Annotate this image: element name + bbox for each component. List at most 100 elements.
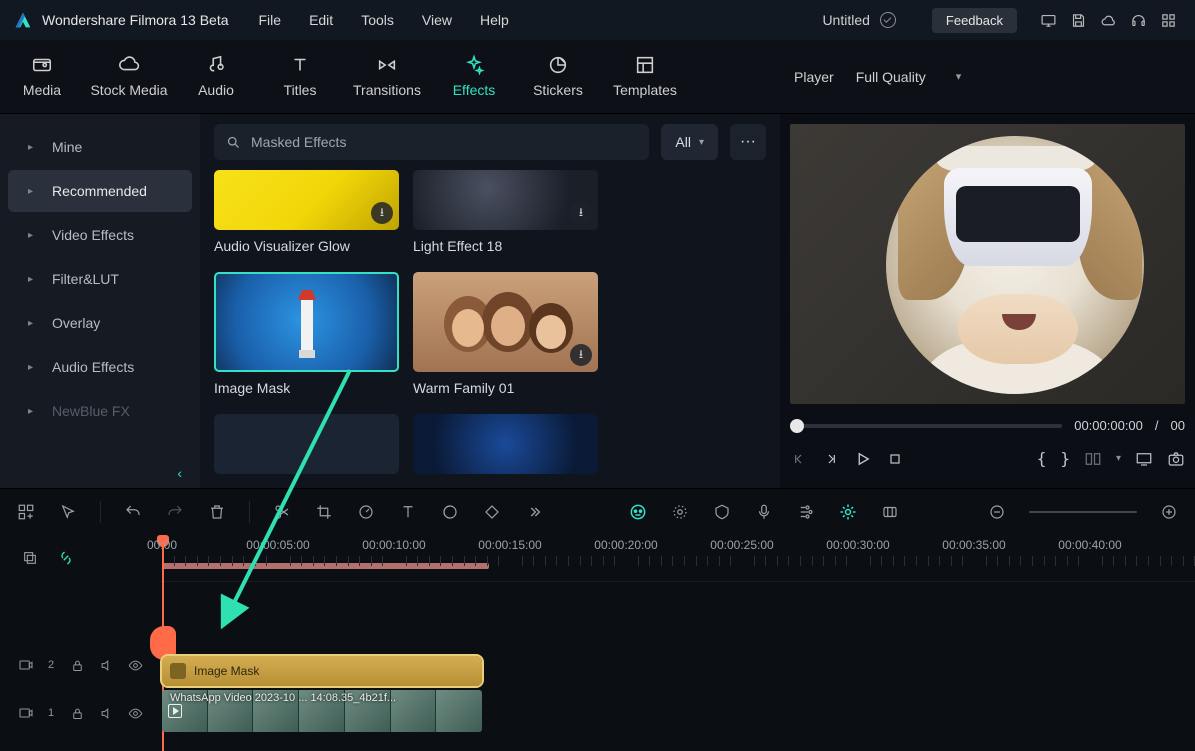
effect-card[interactable] — [214, 414, 399, 474]
desktop-icon[interactable] — [1033, 5, 1063, 35]
download-icon[interactable]: ⭳ — [570, 202, 592, 224]
effect-clip[interactable]: Image Mask — [162, 656, 482, 686]
mic-icon[interactable] — [754, 502, 774, 522]
video-clip-play-icon — [168, 704, 182, 718]
menu-edit[interactable]: Edit — [309, 12, 333, 28]
sidebar-item-video-effects[interactable]: ▸Video Effects — [8, 214, 192, 256]
compare-icon[interactable] — [1084, 450, 1102, 468]
menu-file[interactable]: File — [259, 12, 282, 28]
effect-card[interactable] — [413, 414, 598, 474]
clip-start-handle[interactable] — [150, 626, 176, 660]
undo-icon[interactable] — [123, 502, 143, 522]
app-title: Wondershare Filmora 13 Beta — [42, 12, 229, 28]
scrubber-thumb[interactable] — [790, 419, 804, 433]
crop-icon[interactable] — [314, 502, 334, 522]
effect-card[interactable]: Image Mask — [214, 272, 399, 396]
download-icon[interactable]: ⭳ — [371, 202, 393, 224]
tab-stickers[interactable]: Stickers — [516, 39, 600, 113]
marker-icon[interactable] — [880, 502, 900, 522]
mask-icon[interactable] — [712, 502, 732, 522]
play-icon[interactable] — [854, 450, 872, 468]
mute-icon[interactable] — [99, 706, 114, 721]
mark-in-icon[interactable]: { — [1037, 449, 1047, 468]
sidebar-item-recommended[interactable]: ▸Recommended — [8, 170, 192, 212]
step-back-icon[interactable] — [790, 450, 808, 468]
duplicate-icon[interactable] — [20, 548, 40, 568]
add-track-icon[interactable] — [16, 502, 36, 522]
sidebar-item-newblue-fx[interactable]: ▸NewBlue FX — [8, 390, 192, 432]
video-clip[interactable]: WhatsApp Video 2023-10 ... 14:08.35_4b21… — [162, 690, 482, 732]
filter-all-button[interactable]: All▾ — [661, 124, 718, 160]
redo-icon[interactable] — [165, 502, 185, 522]
tab-transitions[interactable]: Transitions — [342, 39, 432, 113]
snapshot-icon[interactable] — [1167, 450, 1185, 468]
document-title[interactable]: Untitled — [822, 12, 869, 28]
tab-effects[interactable]: Effects — [432, 39, 516, 113]
lock-icon[interactable] — [70, 706, 85, 721]
time-ruler[interactable]: 00:0000:00:05:0000:00:10:0000:00:15:0000… — [160, 534, 1195, 582]
display-icon[interactable] — [1135, 450, 1153, 468]
search-input[interactable]: Masked Effects — [214, 124, 649, 160]
chevron-down-icon: ▾ — [956, 70, 962, 83]
menu-tools[interactable]: Tools — [361, 12, 394, 28]
effect-card[interactable]: ⭳ Warm Family 01 — [413, 272, 598, 396]
tab-titles[interactable]: Titles — [258, 39, 342, 113]
tab-label: Media — [23, 82, 61, 98]
effect-label: Audio Visualizer Glow — [214, 238, 399, 254]
save-icon[interactable] — [1063, 5, 1093, 35]
track-header-1[interactable]: 1 — [0, 689, 160, 737]
eye-icon[interactable] — [128, 658, 143, 673]
delete-icon[interactable] — [207, 502, 227, 522]
effect-card[interactable]: ⭳ Audio Visualizer Glow — [214, 170, 399, 254]
download-icon[interactable]: ⭳ — [570, 344, 592, 366]
lock-icon[interactable] — [70, 658, 85, 673]
menu-view[interactable]: View — [422, 12, 452, 28]
tab-audio[interactable]: Audio — [174, 39, 258, 113]
sidebar-item-filter-lut[interactable]: ▸Filter&LUT — [8, 258, 192, 300]
sidebar-item-overlay[interactable]: ▸Overlay — [8, 302, 192, 344]
effect-card[interactable]: ⭳ Light Effect 18 — [413, 170, 598, 254]
mark-out-icon[interactable]: } — [1060, 449, 1070, 468]
step-fwd-icon[interactable] — [822, 450, 840, 468]
quality-select[interactable]: Full Quality ▾ — [856, 69, 962, 85]
keyframe-icon[interactable] — [482, 502, 502, 522]
ai-tool-icon[interactable] — [628, 502, 648, 522]
time-sep: / — [1155, 418, 1159, 433]
zoom-out-icon[interactable] — [987, 502, 1007, 522]
zoom-slider[interactable] — [1029, 511, 1137, 513]
track-header-2[interactable]: 2 — [0, 641, 160, 689]
stop-icon[interactable] — [886, 450, 904, 468]
sidebar-item-label: Filter&LUT — [52, 271, 119, 287]
tab-stock-media[interactable]: Stock Media — [84, 39, 174, 113]
tracking-icon[interactable] — [670, 502, 690, 522]
preview-canvas[interactable] — [790, 124, 1185, 404]
more-tools-icon[interactable] — [524, 502, 544, 522]
color-icon[interactable] — [440, 502, 460, 522]
more-options-button[interactable]: ··· — [730, 124, 766, 160]
headset-icon[interactable] — [1123, 5, 1153, 35]
timeline-tracks-area[interactable]: 00:0000:00:05:0000:00:10:0000:00:15:0000… — [160, 534, 1195, 751]
text-icon[interactable] — [398, 502, 418, 522]
cloud-icon[interactable] — [1093, 5, 1123, 35]
feedback-button[interactable]: Feedback — [932, 8, 1017, 33]
tab-templates[interactable]: Templates — [600, 39, 690, 113]
preview-scrubber[interactable] — [790, 424, 1062, 428]
zoom-in-icon[interactable] — [1159, 502, 1179, 522]
split-icon[interactable] — [272, 502, 292, 522]
sidebar-collapse-button[interactable]: ‹ — [0, 458, 200, 488]
menu-help[interactable]: Help — [480, 12, 509, 28]
speed-icon[interactable] — [356, 502, 376, 522]
track-number: 1 — [48, 707, 54, 719]
link-icon[interactable] — [56, 548, 76, 568]
audio-mix-icon[interactable] — [796, 502, 816, 522]
select-tool-icon[interactable] — [58, 502, 78, 522]
eye-icon[interactable] — [128, 706, 143, 721]
saved-status-icon — [880, 12, 896, 28]
tab-media[interactable]: Media — [0, 39, 84, 113]
mute-icon[interactable] — [99, 658, 114, 673]
smart-tool-icon[interactable] — [838, 502, 858, 522]
sidebar-item-mine[interactable]: ▸Mine — [8, 126, 192, 168]
apps-grid-icon[interactable] — [1153, 5, 1183, 35]
sidebar-item-audio-effects[interactable]: ▸Audio Effects — [8, 346, 192, 388]
chevron-down-icon[interactable]: ▾ — [1116, 453, 1121, 464]
